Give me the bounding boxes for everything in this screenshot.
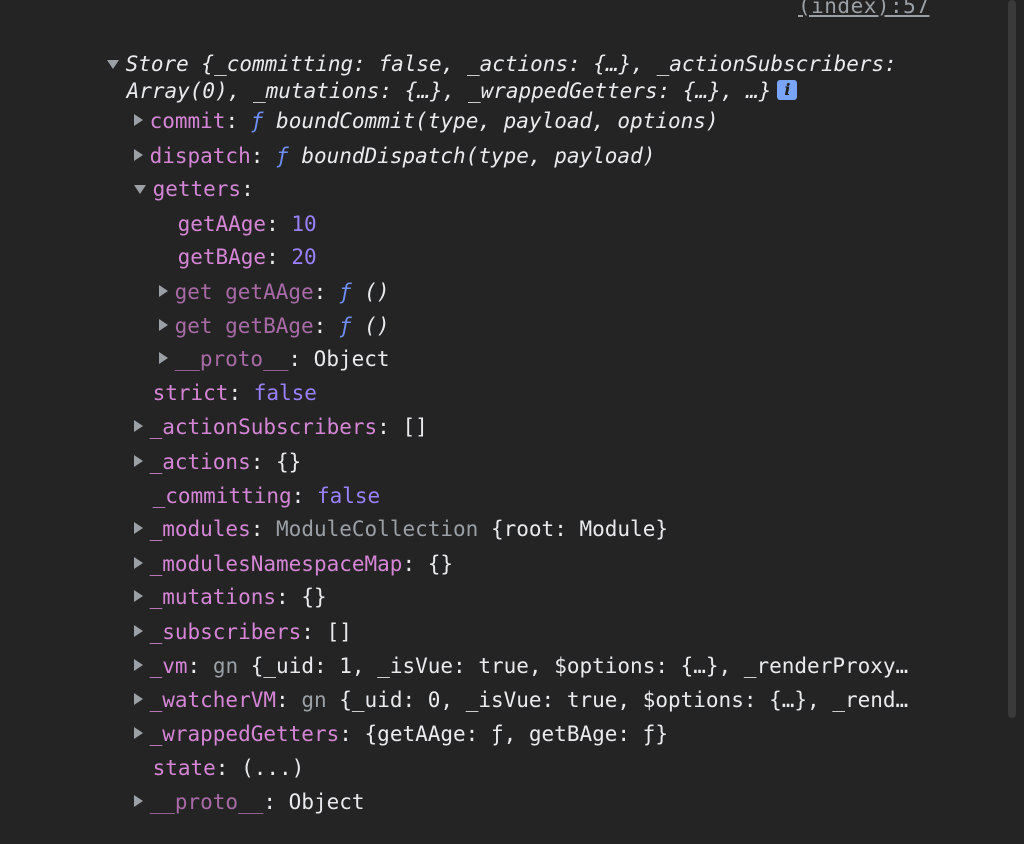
property-subscribers[interactable]: _subscribers: [] (83, 590, 352, 644)
property-value: {} (427, 552, 454, 576)
property-value: {getAAge: ƒ, getBAge: ƒ} (364, 722, 668, 746)
property-commit[interactable]: commit: ƒ boundCommit(type, payload, opt… (83, 79, 719, 133)
property-committing: _committing: false (152, 484, 381, 508)
getter-getAAge: getAAge: 10 (177, 212, 317, 236)
property-key: __proto__ (149, 790, 264, 814)
property-watcherVM[interactable]: _watcherVM: gn {_uid: 0, _isVue: true, $… (83, 658, 908, 712)
property-actionSubscribers[interactable]: _actionSubscribers: [] (83, 385, 428, 439)
property-wrappedGetters[interactable]: _wrappedGetters: {getAAge: ƒ, getBAge: ƒ… (83, 692, 668, 746)
vertical-scrollbar[interactable] (1000, 0, 1024, 788)
source-link[interactable]: (index):57 (798, 0, 929, 18)
function-icon: ƒ (276, 144, 289, 168)
getters-proto[interactable]: __proto__: Object (108, 317, 390, 371)
getter-accessor-getBAge[interactable]: get getBAge: ƒ () (108, 284, 390, 338)
property-strict: strict: false (152, 381, 317, 405)
collapse-triangle-icon[interactable] (133, 795, 143, 807)
property-value: Object (313, 347, 390, 371)
property-modules[interactable]: _modules: ModuleCollection {root: Module… (83, 487, 668, 541)
property-value: boundDispatch(type, payload) (301, 144, 656, 168)
property-getters[interactable]: getters: (83, 147, 254, 201)
property-value: {root: Module} (490, 517, 668, 541)
property-modulesNamespaceMap[interactable]: _modulesNamespaceMap: {} (83, 522, 453, 576)
property-mutations[interactable]: _mutations: {} (83, 555, 327, 609)
property-state[interactable]: state: (...) (102, 726, 305, 780)
property-dispatch[interactable]: dispatch: ƒ boundDispatch(type, payload) (83, 114, 655, 168)
property-value: [] (402, 415, 428, 439)
property-proto[interactable]: __proto__: Object (83, 760, 365, 814)
getter-getBAge: getBAge: 20 (177, 245, 317, 269)
info-icon[interactable]: i (777, 80, 798, 100)
store-summary-line-1[interactable]: Store {_committing: false, _actions: {…}… (56, 22, 897, 76)
console-panel: (index):57 Store {_committing: false, _a… (0, 0, 1000, 814)
getter-accessor-getAAge[interactable]: get getAAge: ƒ () (108, 250, 390, 304)
property-vm[interactable]: _vm: gn {_uid: 1, _isVue: true, $options… (83, 624, 908, 678)
property-actions[interactable]: _actions: {} (83, 420, 301, 474)
property-value: Object (288, 790, 365, 814)
scrollbar-thumb[interactable] (1008, 0, 1016, 718)
store-summary-line-2: Array(0), _mutations: {…}, _wrappedGette… (76, 49, 798, 103)
